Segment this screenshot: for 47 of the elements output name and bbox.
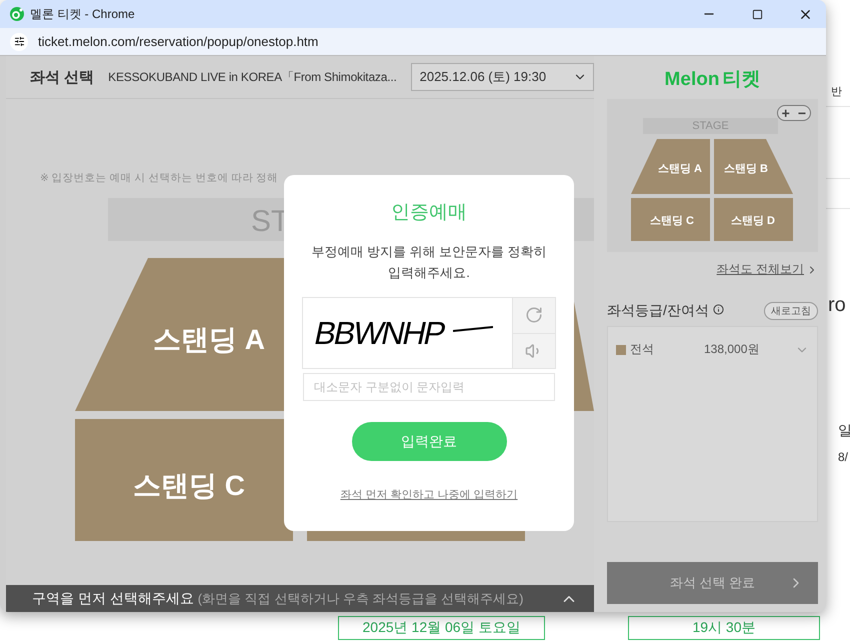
section-label: 스탠딩 D bbox=[731, 214, 775, 228]
section-label: 스탠딩 C bbox=[650, 214, 694, 228]
page-text: ro bbox=[828, 294, 846, 317]
info-icon[interactable] bbox=[712, 304, 724, 315]
date-select[interactable]: 2025.12.06 (토) 19:30 bbox=[410, 63, 594, 91]
strike-line bbox=[453, 326, 493, 332]
page-text: 일 bbox=[838, 422, 850, 440]
date-field[interactable]: 2025년 12월 06일 토요일 bbox=[338, 616, 545, 640]
page-title: 좌석 선택 bbox=[30, 68, 94, 86]
page-text: 반 bbox=[831, 85, 842, 99]
zoom-in-button[interactable]: + bbox=[778, 106, 794, 120]
seat-section[interactable] bbox=[714, 198, 793, 241]
grade-name[interactable]: 전석 bbox=[630, 341, 700, 358]
app-logo-icon bbox=[10, 7, 24, 21]
grades-title: 좌석등급/잔여석 bbox=[607, 302, 760, 320]
window-title: 멜론 티켓 - Chrome bbox=[30, 6, 136, 22]
section-label: 스탠딩 A bbox=[153, 323, 265, 357]
page-text: 8/ bbox=[838, 450, 848, 464]
section-label: 스탠딩 B bbox=[724, 162, 768, 176]
site-settings-icon[interactable] bbox=[10, 32, 28, 50]
notice-text: ※ 입장번호는 예매 시 선택하는 번호에 따라 정해 bbox=[40, 171, 278, 185]
dialog-title: 인증예매 bbox=[391, 201, 467, 225]
bottom-title: 구역을 먼저 선택해주세요 bbox=[32, 590, 194, 608]
later-link[interactable]: 좌석 먼저 확인하고 나중에 입력하기 bbox=[340, 487, 518, 502]
time-field[interactable]: 19시 30분 bbox=[628, 616, 820, 640]
section-label: 스탠딩 A bbox=[658, 162, 702, 176]
bottom-hint: (화면을 직접 선택하거나 우측 좌석등급을 선택해주세요) bbox=[198, 590, 524, 608]
seat-section[interactable] bbox=[631, 198, 710, 241]
refresh-button[interactable] bbox=[513, 298, 555, 332]
concert-title: KESSOKUBAND LIVE in KOREA「From Shimokitaza... bbox=[108, 68, 397, 86]
dialog-message: 부정예매 방지를 위해 보안문자를 정확히 입력해주세요. bbox=[310, 243, 548, 282]
refresh-icon bbox=[525, 306, 543, 324]
captcha-input[interactable]: 대소문자 구분없이 문자입력 bbox=[303, 373, 555, 401]
melon-ticket-logo: Melon 티켓 bbox=[664, 68, 762, 88]
full-map-link[interactable]: 좌석도 전체보기 bbox=[716, 261, 818, 278]
refresh-button[interactable]: 새로고침 bbox=[764, 302, 818, 320]
grade-price: 138,000원 bbox=[704, 341, 760, 358]
zoom-out-button[interactable]: − bbox=[794, 106, 810, 120]
audio-button[interactable] bbox=[513, 332, 555, 368]
seat-section[interactable] bbox=[631, 139, 710, 194]
confirm-button[interactable]: 좌석 선택 완료 bbox=[607, 562, 818, 604]
seat-section[interactable] bbox=[75, 419, 293, 541]
maximize-icon bbox=[752, 8, 762, 20]
seat-section[interactable] bbox=[714, 139, 793, 194]
address-url[interactable]: ticket.melon.com/reservation/popup/onestop.htm bbox=[38, 34, 318, 49]
captcha-text: BBWNHP bbox=[310, 314, 448, 352]
section-label: 스탠딩 C bbox=[133, 469, 245, 503]
